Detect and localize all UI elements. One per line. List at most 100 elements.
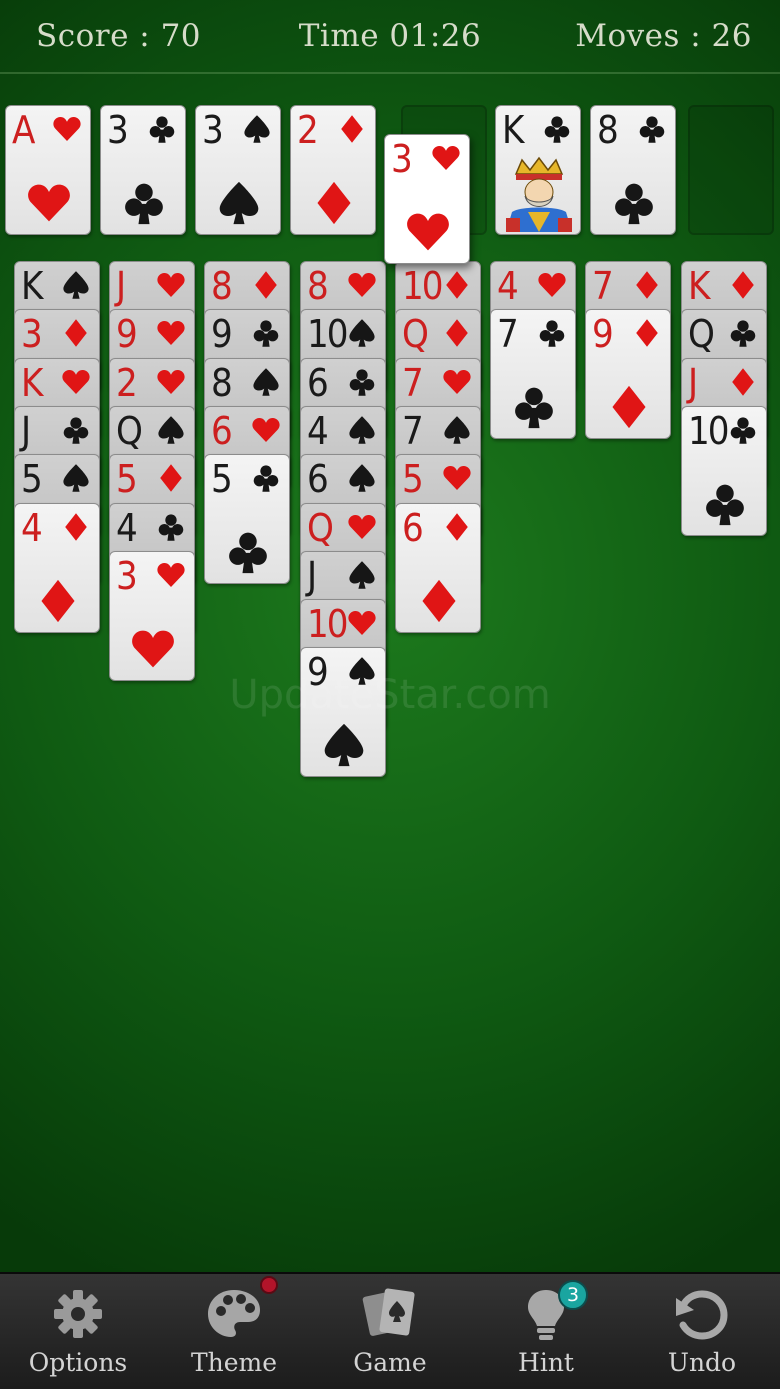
card-rank: 9 [211, 312, 233, 356]
diamond-suit-icon [65, 319, 87, 347]
card-rank: J [116, 264, 126, 308]
top-row-card[interactable]: 2 [290, 105, 376, 235]
top-row-card[interactable]: 3 [100, 105, 186, 235]
card-rank: 5 [21, 457, 43, 501]
card-rank: J [688, 361, 698, 405]
tableau-card[interactable]: 6 [395, 503, 481, 633]
card-rank: 6 [307, 361, 329, 405]
card-rank: 3 [391, 137, 413, 181]
top-row-card[interactable]: 8 [590, 105, 676, 235]
watermark: UpdateStar.com [229, 672, 551, 718]
king-portrait-icon [506, 156, 572, 232]
diamond-suit-icon [255, 271, 277, 299]
solitaire-board: Score : 70 Time 01:26 Moves : 26 A332K8 … [0, 0, 780, 1389]
diamond-suit-icon [732, 368, 754, 396]
spade-suit-icon [253, 368, 279, 396]
diamond-suit-icon [446, 319, 468, 347]
card-rank: 3 [21, 312, 43, 356]
tableau-card[interactable]: 3 [109, 551, 195, 681]
spade-suit-icon [349, 561, 375, 589]
card-rank: 4 [21, 506, 43, 550]
spade-suit-icon [158, 416, 184, 444]
card-rank: 10 [402, 264, 443, 308]
empty-foundation-slot[interactable] [688, 105, 774, 235]
card-rank: Q [116, 409, 143, 453]
cards-icon [362, 1288, 415, 1336]
club-suit-icon [149, 116, 175, 143]
tableau-card[interactable]: 7 [490, 309, 576, 439]
card-rank: 4 [497, 264, 519, 308]
spade-suit-icon [63, 271, 89, 299]
diamond-suit-icon [612, 385, 646, 429]
diamond-suit-icon [41, 579, 75, 623]
diamond-suit-icon [65, 513, 87, 541]
card-rank: 3 [202, 108, 224, 152]
spade-suit-icon [349, 319, 375, 347]
hint-button[interactable]: 3 Hint [468, 1274, 624, 1389]
card-rank: 4 [116, 506, 138, 550]
moves-display: Moves : 26 [575, 18, 752, 54]
palette-icon [208, 1290, 260, 1337]
heart-suit-icon [132, 630, 174, 668]
card-rank: 5 [211, 457, 233, 501]
card-rank: 6 [307, 457, 329, 501]
card-rank: Q [402, 312, 429, 356]
tableau-card[interactable]: 5 [204, 454, 290, 584]
tableau-card[interactable]: 9 [585, 309, 671, 439]
heart-suit-icon [348, 515, 376, 539]
card-rank: K [21, 361, 43, 405]
dragged-card[interactable]: 3 [384, 134, 470, 264]
gear-icon [54, 1290, 102, 1338]
tableau-card[interactable]: 10 [681, 406, 767, 536]
diamond-suit-icon [732, 271, 754, 299]
theme-button[interactable]: Theme [156, 1274, 312, 1389]
undo-button[interactable]: Undo [624, 1274, 780, 1389]
hint-count-badge: 3 [558, 1280, 588, 1310]
club-suit-icon [125, 183, 163, 225]
game-button[interactable]: Game [312, 1274, 468, 1389]
club-suit-icon [544, 116, 570, 143]
card-rank: J [21, 409, 31, 453]
club-suit-icon [158, 514, 184, 541]
card-rank: K [21, 264, 43, 308]
spade-suit-icon [219, 181, 259, 225]
spade-suit-icon [444, 416, 470, 444]
card-rank: 8 [211, 361, 233, 405]
diamond-suit-icon [317, 181, 351, 225]
undo-label: Undo [667, 1348, 737, 1377]
club-suit-icon [63, 417, 89, 444]
card-rank: 6 [211, 409, 233, 453]
card-rank: J [307, 554, 317, 598]
club-suit-icon [730, 320, 756, 347]
status-header: Score : 70 Time 01:26 Moves : 26 [0, 0, 780, 74]
heart-suit-icon [53, 117, 81, 141]
spade-suit-icon [244, 115, 270, 143]
heart-suit-icon [28, 184, 70, 222]
heart-suit-icon [443, 466, 471, 490]
card-rank: Q [307, 506, 334, 550]
club-suit-icon [539, 320, 565, 347]
diamond-suit-icon [160, 464, 182, 492]
options-button[interactable]: Options [0, 1274, 156, 1389]
heart-suit-icon [157, 273, 185, 297]
diamond-suit-icon [341, 115, 363, 143]
undo-icon [676, 1290, 728, 1340]
club-suit-icon [639, 116, 665, 143]
card-rank: 8 [211, 264, 233, 308]
diamond-suit-icon [446, 513, 468, 541]
top-row-card[interactable]: 3 [195, 105, 281, 235]
hint-label: Hint [518, 1348, 574, 1377]
top-row-card[interactable]: K [495, 105, 581, 235]
club-suit-icon [253, 465, 279, 492]
card-rank: 2 [297, 108, 319, 152]
heart-suit-icon [432, 146, 460, 170]
spade-suit-icon [324, 723, 364, 767]
theme-notification-dot [260, 1276, 278, 1294]
heart-suit-icon [157, 321, 185, 345]
heart-suit-icon [62, 370, 90, 394]
spade-suit-icon [349, 464, 375, 492]
card-rank: 8 [597, 108, 619, 152]
tableau-card[interactable]: 4 [14, 503, 100, 633]
card-rank: Q [688, 312, 715, 356]
top-row-card[interactable]: A [5, 105, 91, 235]
